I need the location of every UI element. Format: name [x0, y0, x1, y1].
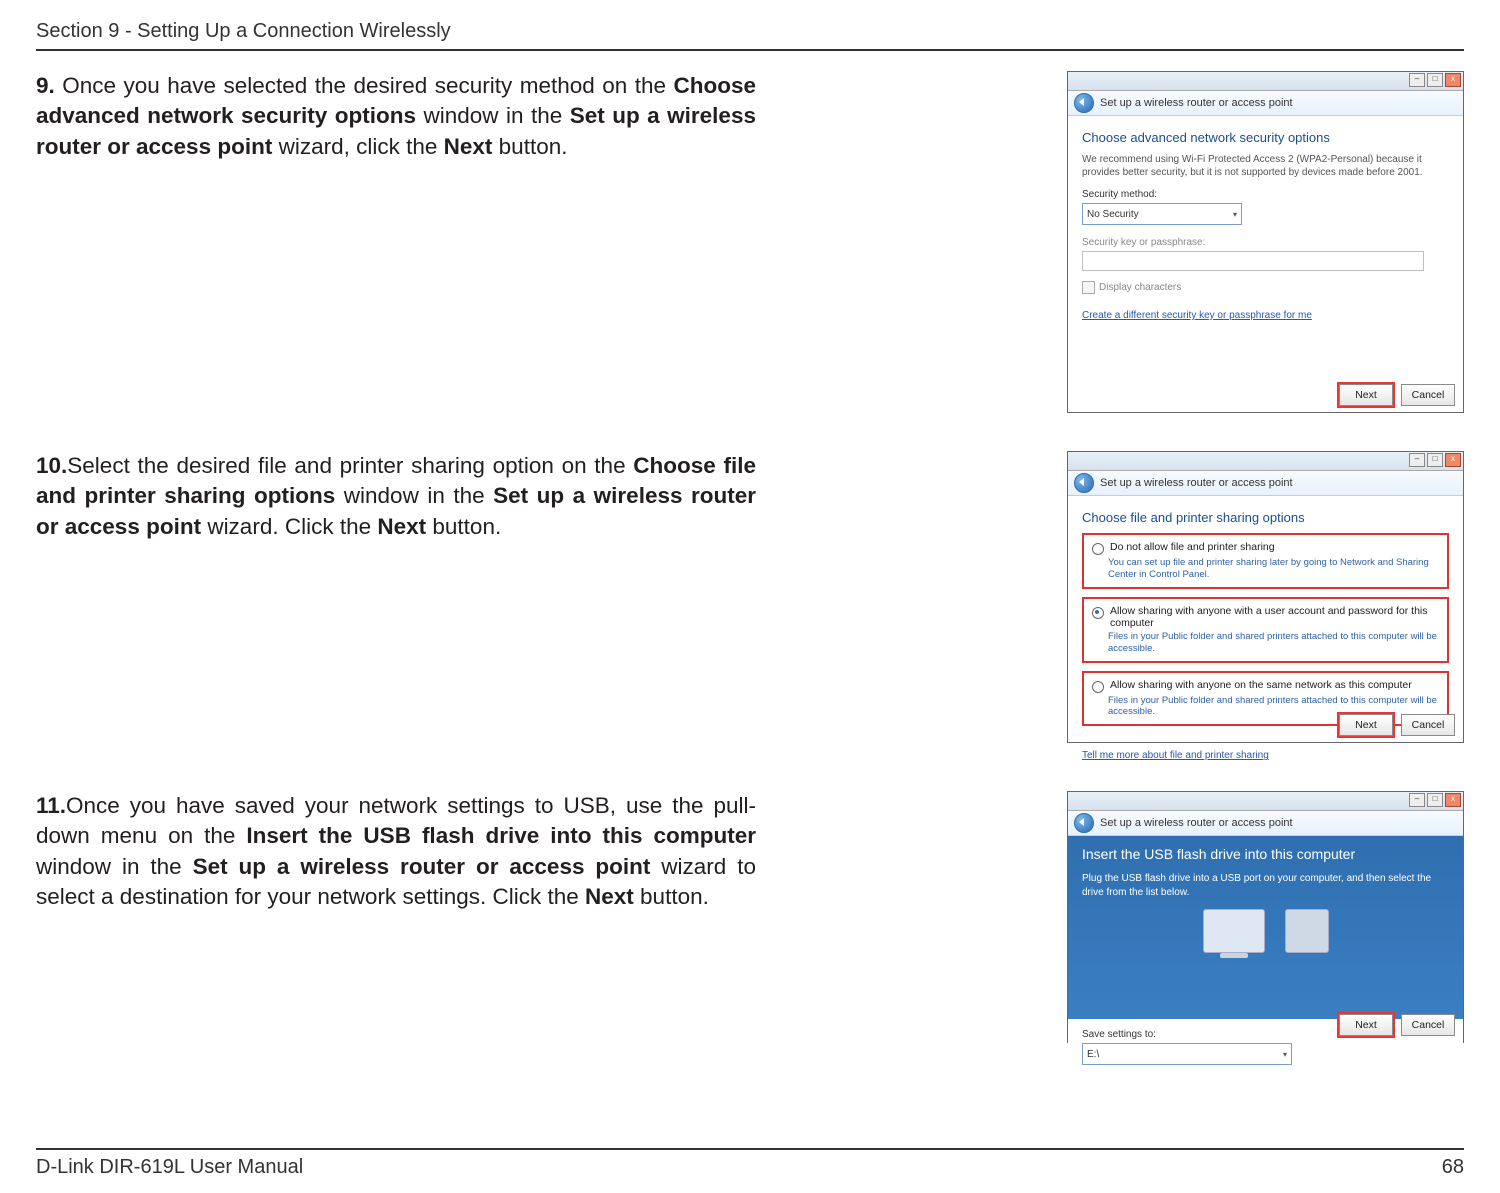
option-share-account-title: Allow sharing with anyone with a user ac… [1110, 605, 1439, 629]
cancel-button[interactable]: Cancel [1401, 714, 1455, 736]
computer-icon [1203, 909, 1265, 953]
minimize-button[interactable]: – [1409, 793, 1425, 807]
wizard-title: Set up a wireless router or access point [1100, 477, 1293, 489]
display-characters-label: Display characters [1099, 282, 1181, 293]
dialog-heading: Insert the USB flash drive into this com… [1082, 846, 1449, 862]
step-10-t4: button. [426, 514, 501, 539]
chevron-down-icon: ▾ [1283, 1050, 1287, 1059]
maximize-button[interactable]: □ [1427, 73, 1443, 87]
step-11-b1: Insert the USB flash drive into this com… [246, 823, 756, 848]
create-key-link[interactable]: Create a different security key or passp… [1082, 310, 1312, 321]
screenshot-security-options: – □ x Set up a wireless router or access… [1067, 71, 1464, 413]
back-icon[interactable] [1074, 93, 1094, 113]
option-no-sharing-desc: You can set up file and printer sharing … [1108, 557, 1439, 581]
dialog-heading: Choose advanced network security options [1082, 130, 1449, 145]
window-titlebar: – □ x [1068, 452, 1463, 471]
passphrase-input[interactable] [1082, 251, 1424, 271]
step-11-b3: Next [585, 884, 634, 909]
next-button[interactable]: Next [1339, 714, 1393, 736]
passphrase-label: Security key or passphrase: [1082, 237, 1449, 248]
screenshot-sharing-options: – □ x Set up a wireless router or access… [1067, 451, 1464, 743]
security-method-select[interactable]: No Security ▾ [1082, 203, 1242, 225]
step-10-t3: wizard. Click the [201, 514, 377, 539]
step-9-number: 9. [36, 73, 62, 98]
manual-title: D-Link DIR-619L User Manual [36, 1156, 303, 1179]
dialog-subtext: Plug the USB flash drive into a USB port… [1082, 872, 1449, 899]
step-11-text: 11.Once you have saved your network sett… [36, 791, 756, 913]
section-header: Section 9 - Setting Up a Connection Wire… [36, 20, 1464, 49]
drive-select[interactable]: E:\ ▾ [1082, 1043, 1292, 1065]
step-10-t1: Select the desired file and printer shar… [67, 453, 633, 478]
option-no-sharing-title: Do not allow file and printer sharing [1110, 541, 1275, 553]
chevron-down-icon: ▾ [1233, 210, 1237, 219]
step-9-t2: window in the [416, 103, 570, 128]
header-rule [36, 49, 1464, 51]
next-button[interactable]: Next [1339, 384, 1393, 406]
page-footer: D-Link DIR-619L User Manual 68 [36, 1148, 1464, 1179]
drive-icon [1285, 909, 1329, 953]
cancel-button[interactable]: Cancel [1401, 384, 1455, 406]
step-10-number: 10. [36, 453, 67, 478]
security-method-label: Security method: [1082, 189, 1449, 200]
step-11-t4: button. [634, 884, 709, 909]
minimize-button[interactable]: – [1409, 453, 1425, 467]
window-titlebar: – □ x [1068, 792, 1463, 811]
close-button[interactable]: x [1445, 453, 1461, 467]
wizard-title: Set up a wireless router or access point [1100, 97, 1293, 109]
display-characters-checkbox[interactable] [1082, 281, 1095, 294]
maximize-button[interactable]: □ [1427, 793, 1443, 807]
back-icon[interactable] [1074, 473, 1094, 493]
next-button[interactable]: Next [1339, 1014, 1393, 1036]
radio-share-network[interactable] [1092, 681, 1104, 693]
step-11-b2: Set up a wireless router or access point [193, 854, 651, 879]
dialog-subtext: We recommend using Wi-Fi Protected Acces… [1082, 153, 1449, 179]
window-titlebar: – □ x [1068, 72, 1463, 91]
step-9-row: 9. Once you have selected the desired se… [36, 71, 1464, 421]
drive-select-value: E:\ [1087, 1049, 1099, 1060]
page-number: 68 [1442, 1156, 1464, 1179]
step-10-row: 10.Select the desired file and printer s… [36, 451, 1464, 761]
radio-share-account[interactable] [1092, 607, 1104, 619]
option-no-sharing[interactable]: Do not allow file and printer sharing Yo… [1082, 533, 1449, 589]
back-icon[interactable] [1074, 813, 1094, 833]
minimize-button[interactable]: – [1409, 73, 1425, 87]
step-9-b3: Next [444, 134, 493, 159]
option-share-account[interactable]: Allow sharing with anyone with a user ac… [1082, 597, 1449, 663]
step-11-row: 11.Once you have saved your network sett… [36, 791, 1464, 1071]
step-10-text: 10.Select the desired file and printer s… [36, 451, 756, 542]
step-9-t3: wizard, click the [272, 134, 443, 159]
step-9-text: 9. Once you have selected the desired se… [36, 71, 756, 162]
radio-no-sharing[interactable] [1092, 543, 1104, 555]
step-11-t2: window in the [36, 854, 193, 879]
step-11-number: 11. [36, 793, 66, 818]
step-9-t1: Once you have selected the desired secur… [62, 73, 673, 98]
wizard-header: Set up a wireless router or access point [1068, 471, 1463, 496]
screenshot-usb-drive: – □ x Set up a wireless router or access… [1067, 791, 1464, 1043]
security-method-value: No Security [1087, 209, 1139, 220]
close-button[interactable]: x [1445, 73, 1461, 87]
step-10-t2: window in the [335, 483, 493, 508]
maximize-button[interactable]: □ [1427, 453, 1443, 467]
step-10-b3: Next [377, 514, 426, 539]
option-share-network-title: Allow sharing with anyone on the same ne… [1110, 679, 1412, 691]
dialog-heading: Choose file and printer sharing options [1082, 510, 1449, 525]
wizard-title: Set up a wireless router or access point [1100, 817, 1293, 829]
tell-me-more-link[interactable]: Tell me more about file and printer shar… [1082, 750, 1269, 761]
step-9-t4: button. [492, 134, 567, 159]
wizard-header: Set up a wireless router or access point [1068, 811, 1463, 836]
wizard-header: Set up a wireless router or access point [1068, 91, 1463, 116]
close-button[interactable]: x [1445, 793, 1461, 807]
cancel-button[interactable]: Cancel [1401, 1014, 1455, 1036]
option-share-account-desc: Files in your Public folder and shared p… [1108, 631, 1439, 655]
